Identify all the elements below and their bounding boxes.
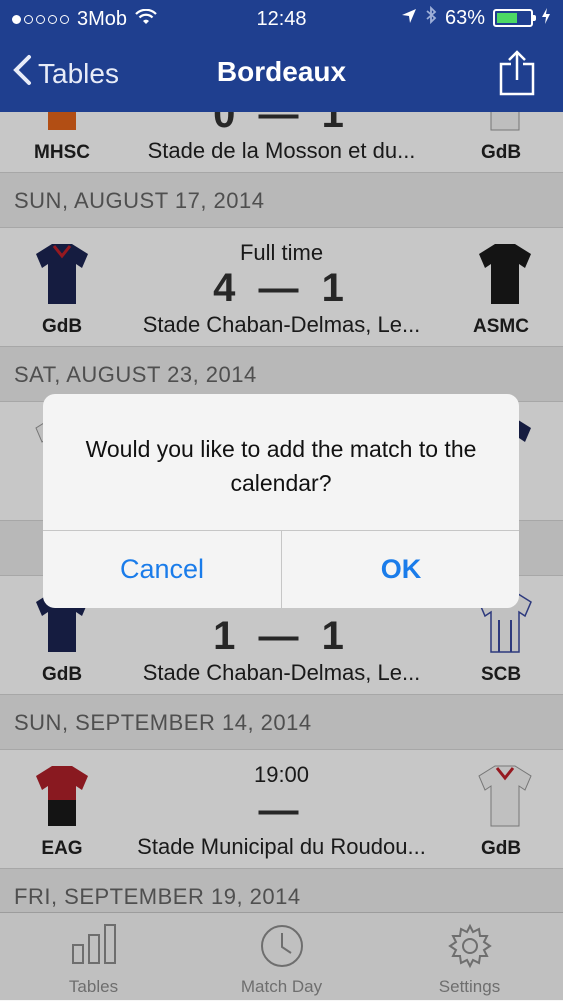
cancel-button[interactable]: Cancel xyxy=(43,531,281,608)
tab-bar-backdrop xyxy=(0,912,563,1000)
add-to-calendar-alert: Would you like to add the match to the c… xyxy=(43,394,519,608)
share-button[interactable] xyxy=(499,50,535,101)
alert-message: Would you like to add the match to the c… xyxy=(85,436,477,496)
charging-icon xyxy=(541,7,551,30)
battery-icon xyxy=(493,9,536,27)
status-bar: 3Mob 12:48 63% xyxy=(0,0,563,38)
navigation-bar: Tables Bordeaux xyxy=(0,38,563,112)
share-icon xyxy=(499,50,535,100)
bluetooth-icon xyxy=(425,5,437,30)
page-title: Bordeaux xyxy=(216,56,347,87)
ok-button[interactable]: OK xyxy=(282,531,519,608)
location-icon xyxy=(401,7,417,30)
battery-percent: 63% xyxy=(444,6,485,29)
